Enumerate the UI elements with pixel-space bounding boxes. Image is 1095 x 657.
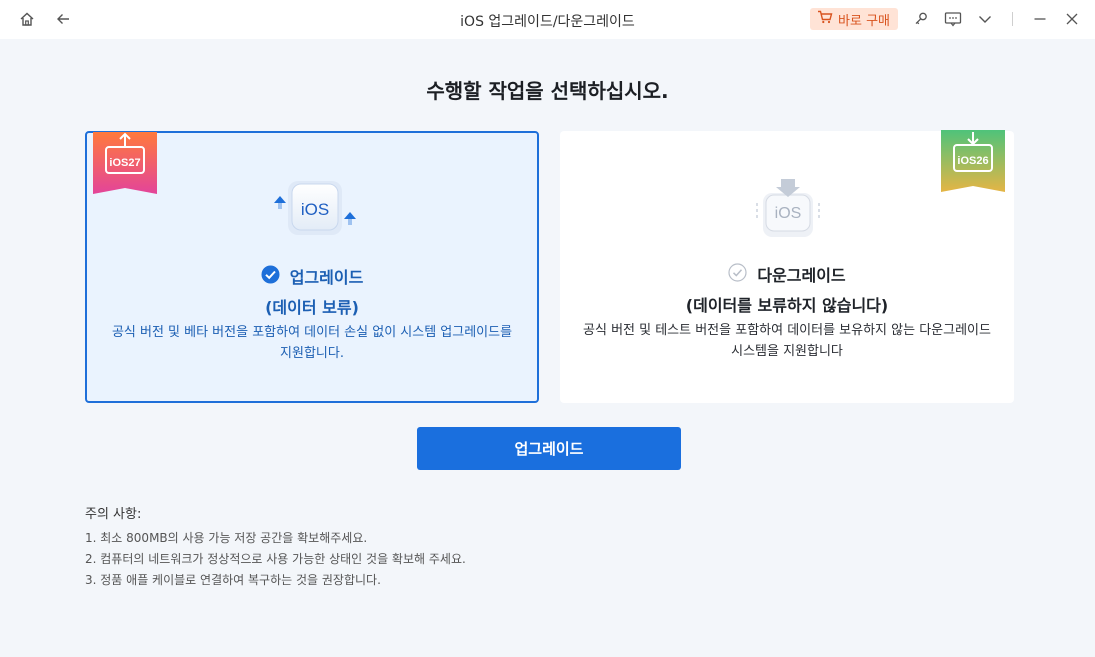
downgrade-illustration: iOS: [560, 173, 1014, 253]
upgrade-button[interactable]: 업그레이드: [417, 427, 681, 470]
notes-item: 2. 컴퓨터의 네트워크가 정상적으로 사용 가능한 상태인 것을 확보해 주세…: [85, 552, 466, 566]
page-title: 수행할 작업을 선택하십시오.: [426, 79, 669, 103]
upgrade-option-title-row: 업그레이드: [87, 264, 537, 288]
close-icon[interactable]: [1063, 10, 1081, 28]
downgrade-option-title: 다운그레이드: [757, 266, 846, 285]
upgrade-illustration: iOS: [87, 175, 537, 255]
notes-item: 3. 정품 애플 케이블로 연결하여 복구하는 것을 권장합니다.: [85, 573, 381, 587]
home-icon[interactable]: [18, 10, 36, 28]
upgrade-option-description: 공식 버전 및 베타 버전을 포함하여 데이터 손실 없이 시스템 업그레이드를…: [111, 325, 513, 361]
cart-icon: [817, 10, 833, 28]
minimize-icon[interactable]: [1031, 10, 1049, 28]
badge-text: iOS27: [109, 157, 140, 169]
upgrade-option-card[interactable]: iOS27 iOS 업그레이드 (데이터 보류) 공식 버전 및 베타 버전을 …: [85, 131, 539, 403]
notes-section: 주의 사항: 1. 최소 800MB의 사용 가능 저장 공간을 확보해주세요.…: [85, 503, 466, 591]
badge-text: iOS26: [957, 155, 988, 167]
upgrade-option-title: 업그레이드: [289, 268, 364, 287]
check-circle-icon: [261, 265, 280, 288]
notes-title: 주의 사항:: [85, 507, 142, 522]
ios-illus-text: iOS: [775, 205, 802, 222]
back-arrow-icon[interactable]: [54, 10, 72, 28]
downgrade-option-description: 공식 버전 및 테스트 버전을 포함하여 데이터를 보유하지 않는 다운그레이드…: [583, 323, 991, 359]
downgrade-option-title-row: 다운그레이드: [560, 262, 1014, 286]
feedback-icon[interactable]: [944, 10, 962, 28]
title-bar: iOS 업그레이드/다운그레이드 바로 구매: [0, 0, 1095, 39]
title-bar-divider: [1012, 12, 1013, 26]
buy-now-label: 바로 구매: [838, 13, 890, 29]
ios-illus-text: iOS: [301, 200, 329, 219]
notes-list: 1. 최소 800MB의 사용 가능 저장 공간을 확보해주세요. 2. 컴퓨터…: [85, 528, 466, 591]
upgrade-option-subtitle: (데이터 보류): [265, 298, 359, 317]
title-bar-nav: [18, 10, 72, 28]
chevron-down-icon[interactable]: [976, 10, 994, 28]
buy-now-button[interactable]: 바로 구매: [810, 8, 898, 30]
downgrade-option-subtitle: (데이터를 보류하지 않습니다): [685, 296, 889, 315]
key-icon[interactable]: [912, 10, 930, 28]
notes-item: 1. 최소 800MB의 사용 가능 저장 공간을 확보해주세요.: [85, 531, 368, 545]
downgrade-option-card[interactable]: iOS26 iOS 다운그레이드 (데이터를 보류하지 않습니다) 공식 버전 …: [560, 130, 1014, 403]
title-bar-actions: 바로 구매: [810, 8, 1081, 30]
check-circle-outline-icon: [728, 262, 747, 286]
